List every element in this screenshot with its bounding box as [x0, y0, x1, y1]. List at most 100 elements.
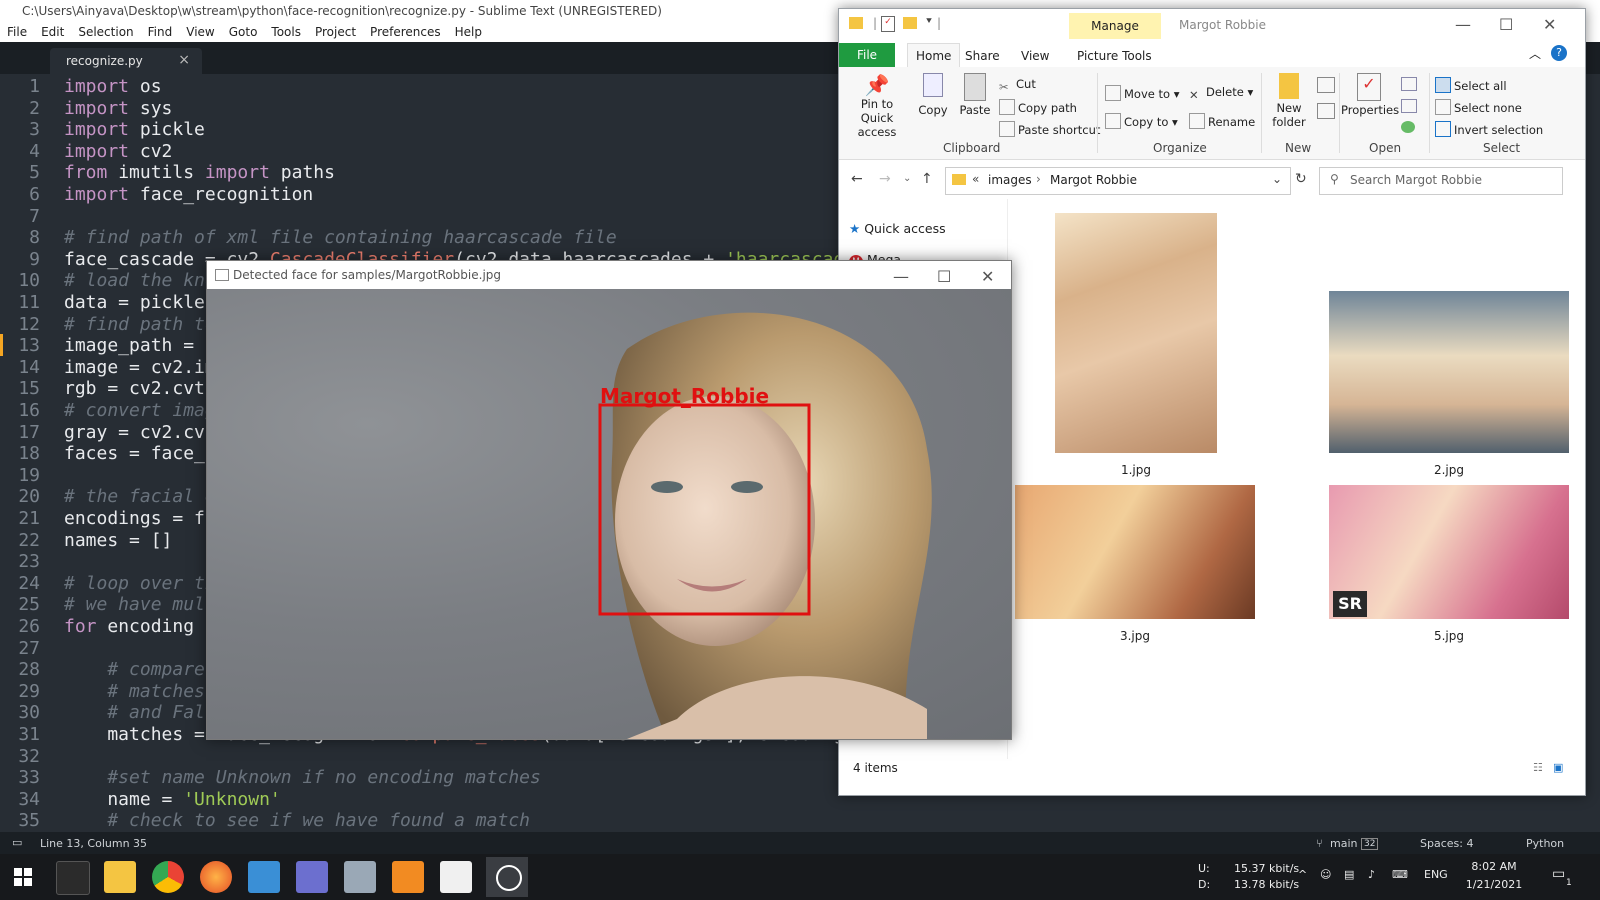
discord-app-icon[interactable]: [296, 861, 328, 893]
delete-button[interactable]: ✕ Delete ▾: [1189, 85, 1253, 102]
properties-button[interactable]: ✓ Properties: [1341, 73, 1399, 117]
terminal-icon[interactable]: [56, 861, 90, 895]
menu-project[interactable]: Project: [308, 22, 363, 39]
tray-chevron-icon[interactable]: ^: [1298, 868, 1307, 881]
copy-button[interactable]: Copy: [915, 73, 951, 117]
discord-tray-icon[interactable]: ☺: [1320, 868, 1331, 881]
refresh-icon[interactable]: ↻: [1295, 171, 1307, 187]
notification-icon[interactable]: ▭: [1552, 866, 1565, 882]
ribbon-home: 📌 Pin to Quick access Copy Paste ✂ Cut Co…: [839, 67, 1585, 160]
move-to-button[interactable]: Move to ▾: [1105, 85, 1179, 101]
up-arrow-icon[interactable]: ↑: [921, 171, 933, 187]
menu-view[interactable]: View: [179, 22, 221, 39]
edit-icon[interactable]: [1401, 99, 1417, 113]
menu-goto[interactable]: Goto: [222, 22, 265, 39]
folder-icon: [1279, 73, 1299, 99]
python-app-taskbar-icon[interactable]: [486, 857, 528, 897]
breadcrumb-current[interactable]: Margot Robbie: [1050, 173, 1137, 187]
search-input[interactable]: ⚲ Search Margot Robbie: [1319, 167, 1563, 195]
nav-quick-access[interactable]: ★ Quick access: [849, 221, 946, 236]
tab-share[interactable]: Share: [965, 49, 1000, 63]
file-item-2[interactable]: 2.jpg: [1329, 291, 1569, 477]
net-up-label: U:: [1198, 862, 1210, 875]
invert-selection-button[interactable]: Invert selection: [1435, 121, 1543, 137]
chrome-icon[interactable]: [152, 861, 184, 893]
file-item-5[interactable]: SR 5.jpg: [1329, 485, 1569, 643]
firefox-icon[interactable]: [200, 861, 232, 893]
indentation[interactable]: Spaces: 4: [1420, 837, 1473, 850]
menu-find[interactable]: Find: [141, 22, 180, 39]
file-item-1[interactable]: 1.jpg: [1055, 213, 1217, 477]
syntax-mode[interactable]: Python: [1526, 837, 1564, 850]
tab-recognize-py[interactable]: recognize.py ×: [50, 48, 202, 74]
overflow-chevron-icon[interactable]: «: [972, 172, 979, 186]
select-none-button[interactable]: Select none: [1435, 99, 1522, 115]
menu-selection[interactable]: Selection: [71, 22, 140, 39]
address-bar[interactable]: « images › Margot Robbie ⌄: [945, 167, 1291, 195]
manage-contextual-tab[interactable]: Manage: [1069, 13, 1161, 39]
help-icon[interactable]: ?: [1551, 45, 1567, 61]
menu-edit[interactable]: Edit: [34, 22, 71, 39]
control-panel-icon[interactable]: [344, 861, 376, 893]
notepad-icon[interactable]: [440, 861, 472, 893]
language-indicator[interactable]: ENG: [1424, 868, 1448, 881]
panel-toggle-icon[interactable]: ▭: [12, 836, 22, 849]
clock-time[interactable]: 8:02 AM: [1462, 860, 1526, 873]
minimize-icon[interactable]: —: [893, 267, 909, 286]
chevron-down-icon[interactable]: ⌄: [1272, 172, 1282, 186]
open-icon[interactable]: [1401, 77, 1417, 91]
details-view-icon[interactable]: ☷: [1533, 761, 1543, 774]
paste-shortcut-button[interactable]: Paste shortcut: [999, 121, 1100, 137]
forward-arrow-icon[interactable]: →: [879, 171, 891, 187]
paste-button[interactable]: Paste: [955, 73, 995, 117]
close-icon[interactable]: ✕: [1543, 15, 1556, 34]
keyboard-icon[interactable]: ⌨: [1392, 868, 1408, 881]
recent-dropdown-icon[interactable]: ⌄: [903, 173, 911, 184]
sublime-text-icon[interactable]: [392, 861, 424, 893]
menu-tools[interactable]: Tools: [264, 22, 308, 39]
copy-to-button[interactable]: Copy to ▾: [1105, 113, 1178, 129]
pin-quick-access-button[interactable]: 📌 Pin to Quick access: [845, 73, 909, 139]
menu-preferences[interactable]: Preferences: [363, 22, 448, 39]
select-all-button[interactable]: Select all: [1435, 77, 1507, 93]
tab-home[interactable]: Home: [907, 43, 961, 68]
new-item-icon[interactable]: [1317, 77, 1335, 93]
cut-button[interactable]: ✂ Cut: [999, 77, 1036, 94]
start-button[interactable]: [14, 868, 32, 886]
menu-help[interactable]: Help: [448, 22, 489, 39]
back-arrow-icon[interactable]: ←: [851, 171, 863, 187]
remote-desktop-icon[interactable]: [248, 861, 280, 893]
minimize-icon[interactable]: —: [1455, 15, 1471, 34]
breadcrumb-images[interactable]: images: [988, 173, 1032, 187]
new-folder-button[interactable]: New folder: [1267, 73, 1311, 129]
copy-path-button[interactable]: Copy path: [999, 99, 1077, 115]
code-line[interactable]: 35 # check to see if we have found a mat…: [0, 810, 1600, 832]
properties-check-icon[interactable]: ✓: [881, 16, 895, 32]
menu-file[interactable]: File: [0, 22, 34, 39]
clock-date[interactable]: 1/21/2021: [1458, 878, 1530, 891]
close-icon[interactable]: ✕: [981, 267, 994, 286]
tab-view[interactable]: View: [1021, 49, 1049, 63]
new-folder-icon[interactable]: [903, 17, 917, 29]
easy-access-icon[interactable]: [1317, 103, 1335, 119]
chevron-up-icon[interactable]: ︿: [1529, 45, 1541, 62]
face-detection-window: Detected face for samples/MargotRobbie.j…: [206, 260, 1012, 740]
line-text: data = pickle.: [64, 292, 216, 313]
line-number: 12: [18, 313, 40, 335]
volume-icon[interactable]: ♪: [1368, 868, 1375, 881]
maximize-icon[interactable]: ☐: [1499, 15, 1513, 34]
qat-dropdown-icon[interactable]: ⯆: [925, 16, 933, 27]
close-icon[interactable]: ×: [178, 52, 190, 68]
maximize-icon[interactable]: ☐: [937, 267, 951, 286]
tab-file[interactable]: File: [839, 43, 895, 67]
network-icon[interactable]: ▤: [1344, 868, 1354, 881]
history-icon[interactable]: [1401, 121, 1415, 133]
git-branch[interactable]: main: [1330, 837, 1357, 850]
line-number: 24: [18, 572, 40, 594]
cursor-position[interactable]: Line 13, Column 35: [40, 837, 147, 850]
file-item-3[interactable]: 3.jpg: [1015, 485, 1255, 643]
file-explorer-icon[interactable]: [104, 861, 136, 893]
thumbnails-view-icon[interactable]: ▣: [1553, 761, 1563, 774]
tab-picture-tools[interactable]: Picture Tools: [1077, 49, 1152, 63]
rename-button[interactable]: Rename: [1189, 113, 1255, 129]
